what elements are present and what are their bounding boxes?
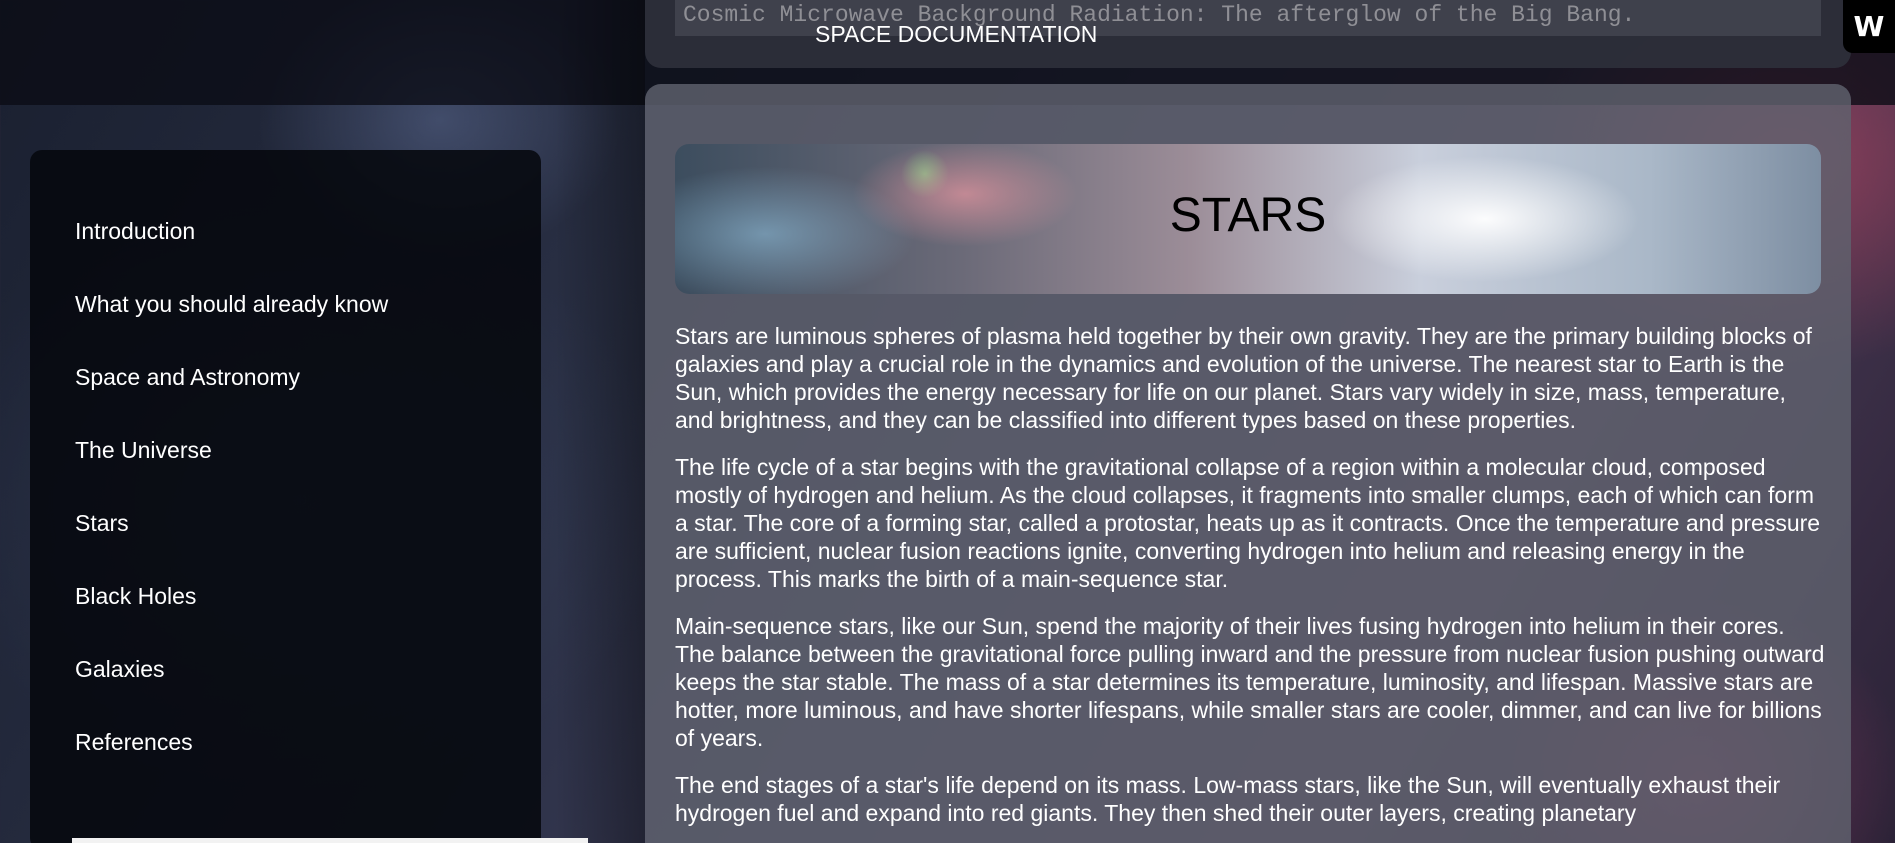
article-body: Stars are luminous spheres of plasma hel… <box>675 322 1825 843</box>
sidebar-item-space-and-astronomy[interactable]: Space and Astronomy <box>75 364 300 391</box>
section-banner: STARS <box>675 144 1821 294</box>
paragraph: Stars are luminous spheres of plasma hel… <box>675 323 1812 433</box>
section-title: STARS <box>1169 189 1327 242</box>
sidebar-item-black-holes[interactable]: Black Holes <box>75 583 196 610</box>
header-panel: Cosmic Microwave Background Radiation: T… <box>645 0 1851 68</box>
sidebar-item-introduction[interactable]: Introduction <box>75 218 195 245</box>
sidebar-item-references[interactable]: References <box>75 729 193 756</box>
paragraph: Main-sequence stars, like our Sun, spend… <box>675 613 1825 751</box>
w-logo-icon[interactable]: W <box>1843 0 1895 53</box>
site-title: SPACE DOCUMENTATION <box>815 21 1098 47</box>
background-shadow <box>555 0 645 843</box>
main-content: STARS Stars are luminous spheres of plas… <box>645 84 1851 843</box>
sidebar-item-stars[interactable]: Stars <box>75 510 129 537</box>
sidebar-item-galaxies[interactable]: Galaxies <box>75 656 164 683</box>
paragraph: The life cycle of a star begins with the… <box>675 454 1821 592</box>
sidebar-nav: Introduction What you should already kno… <box>30 150 541 843</box>
sidebar-item-what-you-should-already-know[interactable]: What you should already know <box>75 291 388 318</box>
paragraph: The end stages of a star's life depend o… <box>675 772 1781 826</box>
horizontal-scrollbar-thumb[interactable] <box>72 838 588 843</box>
sidebar-item-the-universe[interactable]: The Universe <box>75 437 212 464</box>
